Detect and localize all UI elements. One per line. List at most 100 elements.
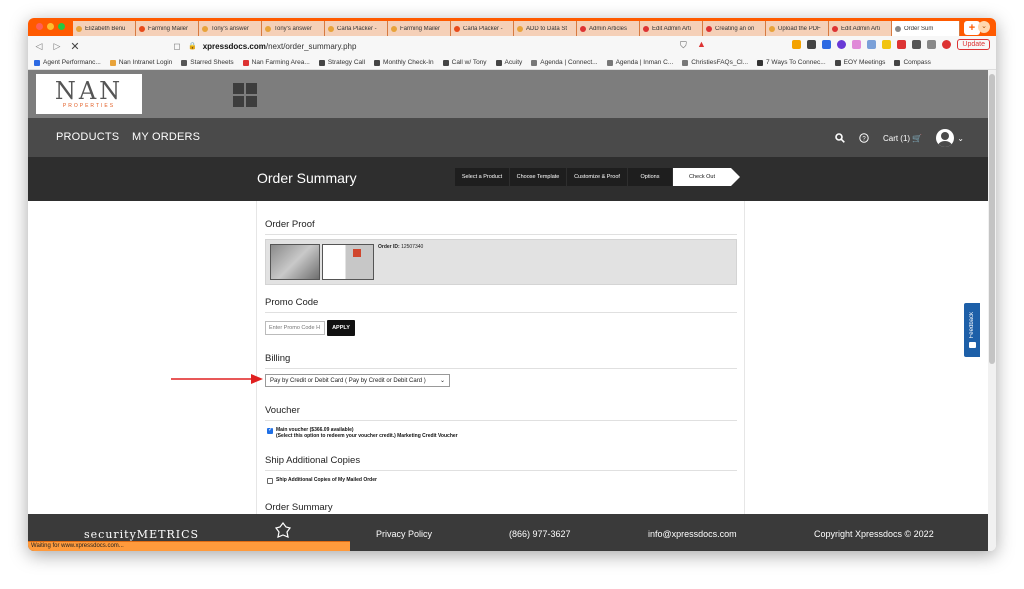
bookmark-item[interactable]: Monthly Check-In [374,59,434,66]
bookmark-label: Agenda | Connect... [540,59,598,66]
alert-triangle-icon[interactable]: ▲ [697,39,706,49]
bookmark-favicon-icon [757,59,764,66]
nan-properties-logo[interactable]: NAN PROPERTIES [36,74,142,114]
securitymetrics-logo[interactable]: securityMETRICS [84,528,199,541]
search-icon[interactable] [835,133,845,143]
checkout-step[interactable]: Select a Product [455,168,509,186]
bookmark-item[interactable]: Agent Performanc... [34,59,101,66]
scrollbar-thumb[interactable] [989,74,995,364]
bookmark-icon[interactable]: ◻ [172,41,182,52]
bookmark-item[interactable]: Nan Farming Area... [242,59,310,66]
browser-tab[interactable]: Farming Mailer [136,21,199,36]
page-title-bar: Order Summary Select a Product Choose Tem… [28,157,988,201]
feedback-tab[interactable]: Feedback [964,303,980,357]
tab-favicon-icon [265,25,271,32]
bookmark-favicon-icon [181,59,188,66]
browser-tab[interactable]: Tony's answer [199,21,262,36]
bookmark-item[interactable]: 7 Ways To Connec... [757,59,826,66]
billing-method-select[interactable]: Pay by Credit or Debit Card ( Pay by Cre… [265,374,450,387]
puzzle-icon[interactable] [912,40,922,49]
ship-copies-option[interactable]: Ship Additional Copies of My Mailed Orde… [267,477,377,484]
profile-icon[interactable] [942,40,952,49]
browser-tab[interactable]: Elizabeth Benu [73,21,136,36]
bookmark-label: Agenda | Inman C... [615,59,674,66]
ship-copies-checkbox[interactable] [267,478,273,484]
browser-tab[interactable]: Upload the PDF [766,21,829,36]
divider [265,234,737,235]
bookmark-item[interactable]: Acuity [495,59,522,66]
checkout-step[interactable]: Options [628,168,672,186]
bookmark-item[interactable]: Strategy Call [318,59,365,66]
bookmark-item[interactable]: Agenda | Inman C... [606,59,674,66]
shield-icon[interactable]: ⛉ [680,40,687,51]
browser-tab[interactable]: Farming Mailer [388,21,451,36]
apps-grid-icon[interactable] [233,83,257,107]
tab-search-icon[interactable]: ⌄ [978,21,990,33]
bookmark-favicon-icon [374,59,381,66]
stop-icon[interactable]: ✕ [70,40,80,53]
page-title: Order Summary [257,170,357,186]
order-proof-box: Order ID: 12507340 [265,239,737,285]
close-window-icon[interactable] [36,23,43,30]
extension-icon[interactable] [837,40,847,49]
cart-link[interactable]: Cart (1) 🛒 [883,134,922,143]
checkout-step[interactable]: Check Out [673,168,740,186]
security-seal-icon[interactable] [274,522,292,540]
help-icon[interactable]: ? [859,133,869,143]
voucher-option[interactable]: Main voucher ($366.09 available) (Select… [267,426,458,439]
bookmark-item[interactable]: Starred Sheets [181,59,234,66]
apply-button[interactable]: APPLY [327,320,355,336]
bookmark-favicon-icon [531,59,538,66]
browser-tab[interactable]: Admin Articles [577,21,640,36]
browser-tab[interactable]: Creating an on [703,21,766,36]
promo-code-input[interactable] [265,321,325,335]
sidebar-icon[interactable] [927,40,937,49]
extension-icon[interactable] [897,40,907,49]
tab-favicon-icon [832,25,838,32]
browser-tab[interactable]: Edit Admin Arti [640,21,703,36]
update-button[interactable]: Update [957,39,990,50]
maximize-window-icon[interactable] [58,23,65,30]
extension-icon[interactable] [882,40,892,49]
account-menu[interactable]: ⌄ [936,129,964,147]
browser-tab[interactable]: Carla Placker - [451,21,514,36]
browser-tab[interactable]: Carla Placker - [325,21,388,36]
bookmark-item[interactable]: Call w/ Tony [442,59,487,66]
bookmark-favicon-icon [894,59,901,66]
extension-icon[interactable] [852,40,862,49]
nav-my-orders[interactable]: MY ORDERS [132,131,200,143]
nav-products[interactable]: PRODUCTS [56,131,119,143]
bookmark-item[interactable]: Nan Intranet Login [109,59,172,66]
proof-thumbnail-back[interactable] [322,244,374,280]
bookmark-favicon-icon [242,59,249,66]
minimize-window-icon[interactable] [47,23,54,30]
bookmark-item[interactable]: Compass [894,59,931,66]
browser-tab[interactable]: Edit Admin Arti [829,21,892,36]
back-icon[interactable]: ◁ [34,41,44,52]
bookmark-item[interactable]: ChristiesFAQs_Cl... [682,59,748,66]
bookmark-item[interactable]: Agenda | Connect... [531,59,598,66]
browser-tab[interactable]: ADD to Data St [514,21,577,36]
proof-thumbnail-front[interactable] [270,244,320,280]
browser-tab[interactable]: Order Sum [892,21,960,36]
bookmark-label: Starred Sheets [190,59,234,66]
url-domain: xpressdocs.com [202,41,266,51]
extension-icon[interactable] [807,40,817,49]
extension-icon[interactable] [792,40,802,49]
extension-icon[interactable] [867,40,877,49]
tab-label: Farming Mailer [400,25,441,32]
forward-icon[interactable]: ▷ [52,41,62,52]
extensions-bar: Update [792,39,990,50]
browser-tab[interactable]: Tony's answer [262,21,325,36]
extension-icon[interactable] [822,40,832,49]
checkout-step[interactable]: Choose Template [510,168,566,186]
email-link[interactable]: info@xpressdocs.com [648,529,737,539]
bookmark-favicon-icon [834,59,841,66]
voucher-checkbox[interactable] [267,426,273,434]
tab-favicon-icon [517,25,523,32]
privacy-policy-link[interactable]: Privacy Policy [376,529,432,539]
bookmark-item[interactable]: EOY Meetings [834,59,885,66]
checkout-step[interactable]: Customize & Proof [567,168,627,186]
promo-code-heading: Promo Code [265,297,319,308]
site-header: NAN PROPERTIES [28,70,988,118]
